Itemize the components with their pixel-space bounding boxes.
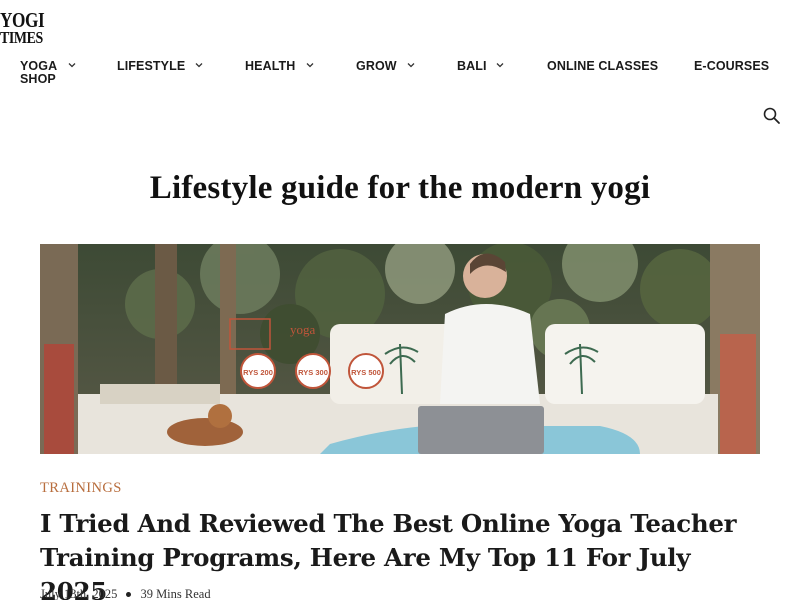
- nav-item-lifestyle[interactable]: LIFESTYLE: [117, 59, 203, 73]
- nav-item-label: HEALTH: [245, 59, 296, 73]
- rys-badge-200: RYS 200: [240, 353, 276, 389]
- rys-badge-500: RYS 500: [348, 353, 384, 389]
- article-meta: July 13th, 2025 39 Mins Read: [40, 587, 211, 600]
- site-tagline: Lifestyle guide for the modern yogi: [149, 170, 651, 206]
- article-category[interactable]: TRAININGS: [40, 480, 122, 497]
- chevron-down-icon: [305, 60, 315, 70]
- article-read-time: 39 Mins Read: [140, 587, 211, 600]
- svg-text:RYS 500: RYS 500: [351, 368, 381, 377]
- nav-item-health[interactable]: HEALTH: [245, 59, 314, 73]
- chevron-down-icon: [67, 60, 77, 70]
- svg-text:RYS 200: RYS 200: [243, 368, 273, 377]
- separator-dot: [126, 592, 132, 597]
- logo-line-1: YOGI: [0, 8, 45, 32]
- article-featured-image[interactable]: yoga RYS 200 RYS 300 RYS 500: [40, 244, 760, 454]
- nav-item-label: ONLINE CLASSES: [547, 59, 659, 73]
- chevron-down-icon: [194, 60, 204, 70]
- chevron-down-icon: [406, 60, 416, 70]
- article-date: July 13th, 2025: [40, 587, 118, 600]
- image-logo-text: yoga: [290, 322, 316, 337]
- nav-item-label: GROW: [356, 59, 397, 73]
- svg-text:RYS 300: RYS 300: [298, 368, 328, 377]
- nav-item-online-classes[interactable]: ONLINE CLASSES: [547, 60, 658, 73]
- nav-item-label: E-COURSES: [694, 59, 770, 73]
- nav-item-label-line-2: SHOP: [20, 72, 56, 86]
- search-icon[interactable]: [762, 106, 782, 126]
- nav-item-grow[interactable]: GROW: [356, 59, 415, 73]
- site-logo[interactable]: YOGI TIMES: [0, 8, 60, 47]
- rys-badge-300: RYS 300: [295, 353, 331, 389]
- nav-item-label: YOGA: [20, 59, 58, 73]
- nav-item-label: LIFESTYLE: [117, 59, 186, 73]
- nav-item-bali[interactable]: BALI: [457, 59, 504, 73]
- nav-item-e-courses[interactable]: E-COURSES: [694, 60, 769, 73]
- nav-item-yoga-shop[interactable]: YOGA SHOP: [20, 59, 76, 86]
- chevron-down-icon: [495, 60, 505, 70]
- nav-item-label: BALI: [457, 59, 487, 73]
- logo-line-2: TIMES: [0, 28, 43, 47]
